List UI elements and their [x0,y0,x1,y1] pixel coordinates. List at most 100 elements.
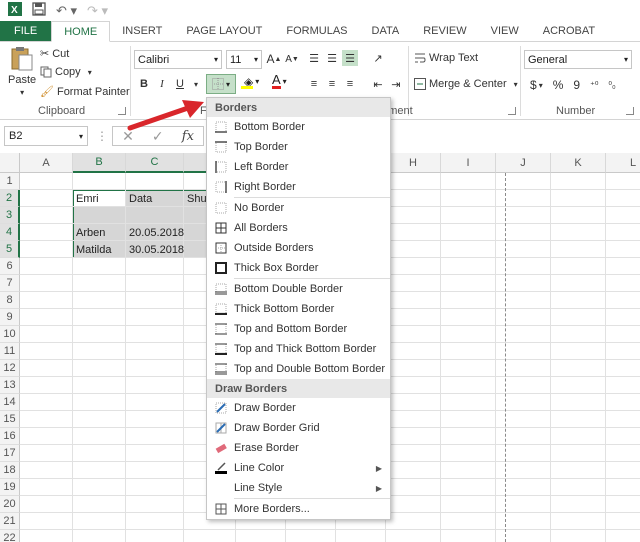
menu-item-line-color[interactable]: Line Color ▶ [207,458,390,478]
menu-item-top-and-double-bottom-border[interactable]: Top and Double Bottom Border [207,359,390,379]
menu-item-line-style[interactable]: Line Style ▶ [207,478,390,498]
increase-indent-icon[interactable]: ⇥ [388,76,404,92]
undo-icon[interactable]: ↶ ▾ [56,3,77,19]
percent-button[interactable]: % [553,78,564,92]
menu-item-bottom-border[interactable]: Bottom Border [207,117,390,137]
tab-home[interactable]: HOME [51,21,111,42]
row-header-10[interactable]: 10 [0,326,20,343]
row-header-15[interactable]: 15 [0,411,20,428]
row-header-3[interactable]: 3 [0,207,20,224]
row-header-12[interactable]: 12 [0,360,20,377]
menu-item-all-borders[interactable]: All Borders [207,218,390,238]
row-header-20[interactable]: 20 [0,496,20,513]
copy-button[interactable]: Copy ▾ [40,66,92,78]
tab-acrobat[interactable]: ACROBAT [531,21,607,41]
row-header-11[interactable]: 11 [0,343,20,360]
row-header-1[interactable]: 1 [0,173,20,190]
tab-file[interactable]: FILE [0,21,52,41]
increase-decimal-icon[interactable]: ⁺⁰ [590,80,598,91]
italic-button[interactable]: I [154,76,170,92]
menu-item-erase-border[interactable]: Erase Border [207,438,390,458]
align-top-icon[interactable]: ☰ [306,50,322,66]
bold-button[interactable]: B [136,76,152,92]
menu-item-top-and-thick-bottom-border[interactable]: Top and Thick Bottom Border [207,339,390,359]
menu-item-top-and-bottom-border[interactable]: Top and Bottom Border [207,319,390,339]
currency-button[interactable]: $ [530,78,537,92]
tab-review[interactable]: REVIEW [411,21,478,41]
row-header-7[interactable]: 7 [0,275,20,292]
tab-view[interactable]: VIEW [479,21,531,41]
row-header-13[interactable]: 13 [0,377,20,394]
alignment-launcher-icon[interactable] [508,107,516,115]
wrap-text-button[interactable]: Wrap Text [414,52,478,64]
menu-item-right-border[interactable]: Right Border [207,177,390,197]
menu-item-draw-border-grid[interactable]: Draw Border Grid [207,418,390,438]
borders-button[interactable]: ▾ [206,74,236,94]
increase-font-icon[interactable]: A ▲ [266,51,282,67]
align-middle-icon[interactable]: ☰ [324,50,340,66]
decrease-decimal-icon[interactable]: ⁰₀ [608,80,615,91]
column-header-c[interactable]: C [126,153,184,173]
column-header-j[interactable]: J [496,153,551,173]
format-painter-button[interactable]: 🖌 Format Painter [40,85,130,99]
number-format-select[interactable]: General ▾ [524,50,632,69]
cell-b2[interactable]: Emri [73,190,126,207]
decrease-indent-icon[interactable]: ⇤ [370,76,386,92]
menu-item-outside-borders[interactable]: Outside Borders [207,238,390,258]
row-header-14[interactable]: 14 [0,394,20,411]
menu-item-left-border[interactable]: Left Border [207,157,390,177]
cell-b4[interactable]: Arben [73,224,126,241]
row-header-5[interactable]: 5 [0,241,20,258]
align-center-icon[interactable]: ≡ [324,76,340,92]
row-header-21[interactable]: 21 [0,513,20,530]
cell-c5[interactable]: 30.05.2018 [126,241,184,258]
cell-b5[interactable]: Matilda [73,241,126,258]
column-header-a[interactable]: A [20,153,73,173]
row-header-8[interactable]: 8 [0,292,20,309]
column-header-l[interactable]: L [606,153,640,173]
decrease-font-icon[interactable]: A ▼ [284,51,300,67]
align-bottom-icon[interactable]: ☰ [342,50,358,66]
tab-formulas[interactable]: FORMULAS [274,21,359,41]
clipboard-launcher-icon[interactable] [118,107,126,115]
cell-c4[interactable]: 20.05.2018 [126,224,184,241]
font-size-select[interactable]: 11 ▾ [226,50,262,69]
menu-item-bottom-double-border[interactable]: Bottom Double Border [207,279,390,299]
row-header-22[interactable]: 22 [0,530,20,542]
orientation-icon[interactable]: ↗ [370,50,386,66]
align-right-icon[interactable]: ≡ [342,76,358,92]
row-header-9[interactable]: 9 [0,309,20,326]
menu-item-no-border[interactable]: No Border [207,198,390,218]
tab-data[interactable]: DATA [360,21,412,41]
cut-button[interactable]: ✂ Cut [40,47,69,61]
chevron-down-icon[interactable]: ▾ [188,76,204,92]
row-header-4[interactable]: 4 [0,224,20,241]
name-box[interactable]: B2 ▾ [4,126,88,146]
menu-item-thick-bottom-border[interactable]: Thick Bottom Border [207,299,390,319]
column-header-k[interactable]: K [551,153,606,173]
fill-color-button[interactable]: ◈ ▾ [241,74,259,89]
row-header-17[interactable]: 17 [0,445,20,462]
save-icon[interactable] [32,2,46,19]
merge-center-button[interactable]: Merge & Center ▾ [414,78,518,90]
row-header-2[interactable]: 2 [0,190,20,207]
menu-item-top-border[interactable]: Top Border [207,137,390,157]
font-name-select[interactable]: Calibri ▾ [134,50,222,69]
cell-c2[interactable]: Data [126,190,184,207]
redo-icon[interactable]: ↷ ▾ [87,3,108,19]
row-header-18[interactable]: 18 [0,462,20,479]
column-header-i[interactable]: I [441,153,496,173]
align-left-icon[interactable]: ≡ [306,76,322,92]
column-header-h[interactable]: H [386,153,441,173]
row-header-19[interactable]: 19 [0,479,20,496]
tab-insert[interactable]: INSERT [110,21,174,41]
select-all-corner[interactable] [0,153,20,173]
menu-item-more-borders[interactable]: More Borders... [207,499,390,519]
comma-button[interactable]: 9 [573,78,580,92]
menu-item-draw-border[interactable]: Draw Border [207,398,390,418]
row-header-16[interactable]: 16 [0,428,20,445]
font-color-button[interactable]: A ▾ [272,73,287,89]
row-header-6[interactable]: 6 [0,258,20,275]
underline-button[interactable]: U [172,76,188,92]
number-launcher-icon[interactable] [626,107,634,115]
